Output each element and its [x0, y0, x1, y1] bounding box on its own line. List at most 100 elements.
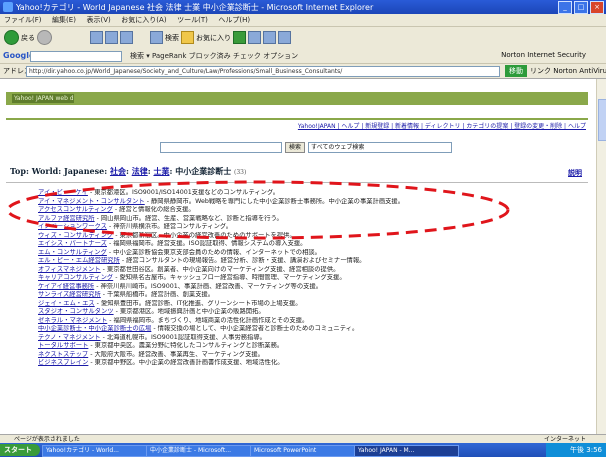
- listing-link[interactable]: オフィスマネジメント: [38, 266, 101, 273]
- taskbar-item[interactable]: Yahoo!カテゴリ - World...: [42, 445, 147, 457]
- scrollbar-thumb[interactable]: [598, 99, 606, 141]
- listing-description: - 神奈川県横浜市。経営コンサルティング。: [106, 223, 232, 230]
- taskbar-item[interactable]: 中小企業診断士 - Microsoft...: [146, 445, 251, 457]
- listing-link[interactable]: アクセスコンサルティング: [38, 206, 113, 213]
- listing-description: - 岡山県岡山市。経営、生産、営業戦略など、診断と指導を行う。: [94, 214, 283, 222]
- page-content: Yahoo! JAPAN web directory project Yahoo…: [0, 79, 596, 434]
- breadcrumb-top[interactable]: Top: World: Japanese:: [10, 166, 107, 176]
- maximize-button[interactable]: □: [574, 1, 588, 14]
- list-item: エル・ピー・エム経営研究所 - 経営コンサルタントの現場報告。経営分析、診断・支…: [38, 257, 596, 266]
- favorites-star-icon[interactable]: [181, 31, 194, 44]
- print-icon[interactable]: [278, 31, 291, 44]
- breadcrumb-society[interactable]: 社会: [110, 166, 126, 176]
- listing-link[interactable]: サンライズ経営研究所: [38, 291, 101, 298]
- listing-description: - 静岡県静岡市。Web戦略を専門にした中小企業診断士事務所。中小企業の事業計画…: [144, 197, 405, 205]
- window-title: Yahoo!カテゴリ - World Japanese 社会 法律 士業 中小企…: [16, 3, 374, 12]
- vertical-scrollbar[interactable]: [596, 79, 606, 434]
- menu-help[interactable]: ヘルプ(H): [214, 14, 254, 26]
- listing-link[interactable]: ゼネラル・マネジメント: [38, 317, 107, 324]
- directory-search-button[interactable]: 検索: [285, 142, 306, 153]
- window-controls: _ □ ×: [558, 1, 604, 14]
- site-header-bar: Yahoo! JAPAN web directory project: [6, 92, 588, 105]
- breadcrumb-professions[interactable]: 士業: [153, 166, 169, 176]
- listing-link[interactable]: ビジネスブレイン: [38, 359, 88, 366]
- search-button-label[interactable]: 検索: [165, 33, 179, 43]
- listing-link[interactable]: スタジオ・コンサルタンツ: [38, 308, 114, 315]
- listing-link[interactable]: エム・コンサルティング: [38, 249, 107, 256]
- close-button[interactable]: ×: [590, 1, 604, 14]
- header-divider: [6, 118, 588, 120]
- google-toolbar: Google 検索 ▾ PageRank ブロック済み チェック オプション N…: [0, 49, 606, 64]
- links-bar[interactable]: リンク Norton AntiVirus: [530, 66, 606, 76]
- search-icon[interactable]: [150, 31, 163, 44]
- list-item: イノベーションワークス - 神奈川県横浜市。経営コンサルティング。: [38, 223, 596, 232]
- ie-logo-icon: [3, 2, 13, 12]
- stop-icon[interactable]: [90, 31, 103, 44]
- list-item: キャリアコンサルティング - 愛知県名古屋市。キャッシュフロー経営指導、時間管理…: [38, 274, 596, 283]
- home-icon[interactable]: [120, 31, 133, 44]
- listing-description: - 千葉県船橋市。経営計画、創業支援。: [100, 291, 215, 298]
- norton-label[interactable]: Norton Internet Security: [501, 51, 586, 59]
- go-button[interactable]: 移動: [505, 65, 527, 77]
- list-item: ジェイ・エム・エス - 愛知県豊田市。経営診断、IT化推進、グリーンシート市場の…: [38, 300, 596, 309]
- address-input[interactable]: http://dir.yahoo.co.jp/World_Japanese/So…: [26, 66, 500, 77]
- list-item: アイ・ビー・ケイ - 東京都港区。ISO9001/ISO14001支援などのコン…: [38, 189, 596, 198]
- menu-view[interactable]: 表示(V): [82, 14, 114, 26]
- menu-favorites[interactable]: お気に入り(A): [117, 14, 170, 26]
- site-logo[interactable]: Yahoo! JAPAN web directory project: [12, 94, 74, 103]
- listing-link[interactable]: ウィズ・コンサルティング: [38, 232, 113, 239]
- listing-link[interactable]: アイ・マネジメント・コンサルタント: [38, 198, 145, 205]
- listing-link[interactable]: ネクストステップ: [38, 351, 88, 358]
- system-tray-clock[interactable]: 午後 3:56: [546, 443, 606, 457]
- description-link[interactable]: 説明: [568, 168, 582, 178]
- mail-icon[interactable]: [263, 31, 276, 44]
- listing-description: - 神奈川県川崎市。ISO9001、事業計画、経営改善、マーケティング等の支援。: [94, 282, 323, 290]
- listing-description: - 愛知県豊田市。経営診断、IT化推進、グリーンシート市場の上場支援。: [94, 299, 302, 307]
- listing-link[interactable]: テクノ・マネジメント: [38, 334, 101, 341]
- back-button-label[interactable]: 戻る: [21, 33, 35, 43]
- menu-tools[interactable]: ツール(T): [173, 14, 212, 26]
- start-button[interactable]: スタート: [0, 444, 40, 456]
- menu-edit[interactable]: 編集(E): [48, 14, 80, 26]
- listing-description: - 大阪府大阪市。経営改善、事業再生、マーケティング支援。: [88, 350, 264, 358]
- listing-link[interactable]: ジェイ・エム・エス: [38, 300, 95, 307]
- listing-link[interactable]: エル・ピー・エム経営研究所: [38, 257, 120, 264]
- breadcrumb-law[interactable]: 法律: [132, 166, 148, 176]
- list-item: アルファ経営研究所 - 岡山県岡山市。経営、生産、営業戦略など、診断と指導を行う…: [38, 215, 596, 224]
- list-item: テクノ・マネジメント - 北海道札幌市。ISO9001認証取得支援、人事労務指導…: [38, 334, 596, 343]
- back-arrow-icon[interactable]: [4, 30, 19, 45]
- listing-description: - 東京都港区。ISO9001/ISO14001支援などのコンサルティング。: [87, 189, 280, 196]
- list-item: スタジオ・コンサルタンツ - 東京都港区。地域振興計画と中小企業の販路開拓。: [38, 308, 596, 317]
- menu-file[interactable]: ファイル(F): [0, 14, 46, 26]
- windows-taskbar: スタート Yahoo!カテゴリ - World... 中小企業診断士 - Mic…: [0, 443, 606, 457]
- taskbar-item-active[interactable]: Yahoo! JAPAN - M...: [354, 445, 459, 457]
- taskbar-item[interactable]: Microsoft PowerPoint: [250, 445, 355, 457]
- listing-count: (33): [234, 169, 247, 176]
- top-nav-links[interactable]: Yahoo!JAPAN | ヘルプ | 新規登録 | 新着情報 | ディレクトリ…: [298, 121, 586, 130]
- forward-arrow-icon[interactable]: [37, 30, 52, 45]
- listing-link[interactable]: キャリアコンサルティング: [38, 274, 113, 281]
- listing-link[interactable]: ケイアイ経営事務所: [38, 283, 94, 290]
- google-tools[interactable]: 検索 ▾ PageRank ブロック済み チェック オプション: [130, 51, 298, 61]
- listing-link[interactable]: トータルサポート: [38, 342, 88, 349]
- listing-link[interactable]: アイ・ビー・ケイ: [38, 189, 88, 196]
- media-icon[interactable]: [233, 31, 246, 44]
- listing-description: - 東京都港区。地域振興計画と中小企業の販路開拓。: [113, 308, 265, 315]
- refresh-icon[interactable]: [105, 31, 118, 44]
- listing-link[interactable]: 中小企業診断士・中小企業診断士の広場: [38, 325, 151, 332]
- directory-search-input[interactable]: [160, 142, 282, 153]
- listing-link[interactable]: アルファ経営研究所: [38, 215, 95, 222]
- window-titlebar: Yahoo!カテゴリ - World Japanese 社会 法律 士業 中小企…: [0, 0, 606, 14]
- standard-toolbar: 戻る 検索 お気に入り: [0, 27, 606, 50]
- search-scope-select[interactable]: すべてのウェブ検索: [308, 142, 453, 153]
- listing-link[interactable]: イノベーションワークス: [38, 223, 107, 230]
- list-item: アクセスコンサルティング - 経営と情報化の総合支援。: [38, 206, 596, 215]
- address-bar: アドレス(D) http://dir.yahoo.co.jp/World_Jap…: [0, 64, 606, 79]
- listing-link[interactable]: エイシス・パートナーズ: [38, 240, 107, 247]
- google-search-input[interactable]: [30, 51, 122, 62]
- list-item: ゼネラル・マネジメント - 福岡県福岡市。まちづくり、地域商業の活性化計画作成と…: [38, 317, 596, 326]
- listing-description: - 経営コンサルタントの現場報告。経営分析、診断・支援、講演およびセミナー情報。: [119, 257, 366, 264]
- favorites-button-label[interactable]: お気に入り: [196, 33, 231, 43]
- history-icon[interactable]: [248, 31, 261, 44]
- minimize-button[interactable]: _: [558, 1, 572, 14]
